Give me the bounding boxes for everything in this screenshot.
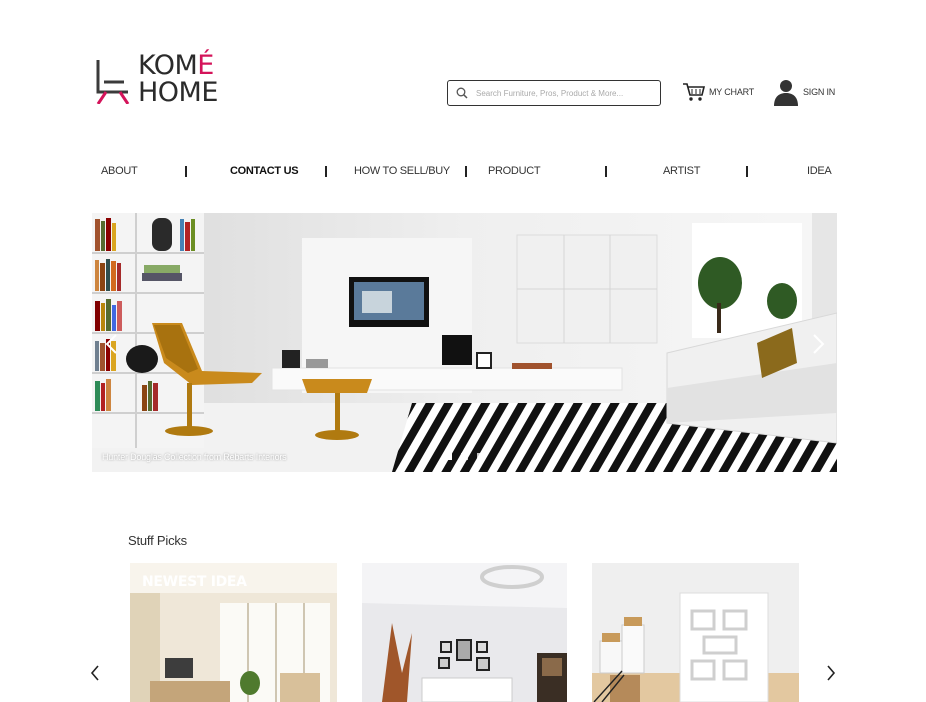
brand-logo[interactable]: KOMÉ HOME [94,52,229,108]
pick-card[interactable] [362,563,567,702]
cart-button[interactable]: MY CHART [682,82,754,102]
picks-title: Stuff Picks [128,533,187,548]
pick-badge: NEWEST IDEA [142,574,247,590]
slider-dot[interactable] [477,453,484,460]
signin-label: SIGN IN [803,87,836,97]
signin-button[interactable]: SIGN IN [772,78,835,106]
nav-item-how-to-sell-buy[interactable]: HOW TO SELL/BUY [354,165,450,177]
slider-dots [445,453,484,460]
nav-item-about[interactable]: ABOUT [101,165,138,177]
hero-next-icon[interactable] [810,333,826,355]
nav-item-artist[interactable]: ARTIST [663,165,700,177]
pick-card[interactable] [592,563,799,702]
nav-separator [185,166,187,177]
hero-caption: Hunter Douglas Collection from Rebarts I… [102,452,287,462]
hero-prev-icon[interactable] [104,333,120,355]
hero-slider: Hunter Douglas Collection from Rebarts I… [92,213,837,472]
search-input[interactable] [476,88,646,98]
nav-separator [605,166,607,177]
hero-image [92,213,837,472]
nav-separator [465,166,467,177]
slider-dot[interactable] [461,453,468,460]
main-nav: ABOUT CONTACT US HOW TO SELL/BUY PRODUCT… [0,165,926,179]
brand-line2: HOME [138,77,218,108]
chair-logo-icon [96,60,130,104]
nav-item-idea[interactable]: IDEA [807,165,832,177]
nav-separator [325,166,327,177]
nav-separator [746,166,748,177]
search-box[interactable] [447,80,661,106]
search-icon [456,87,468,99]
pick-image [592,563,799,702]
slider-dot[interactable] [445,453,452,460]
brand-name: KOMÉ HOME [138,52,218,106]
picks-next-icon[interactable] [825,664,837,682]
cart-icon [683,83,706,101]
nav-item-contact-us[interactable]: CONTACT US [230,165,299,177]
user-icon [774,80,798,106]
nav-item-product[interactable]: PRODUCT [488,165,541,177]
cart-label: MY CHART [709,87,755,97]
pick-card[interactable]: NEWEST IDEA [130,563,337,702]
picks-prev-icon[interactable] [89,664,101,682]
pick-image [362,563,567,702]
